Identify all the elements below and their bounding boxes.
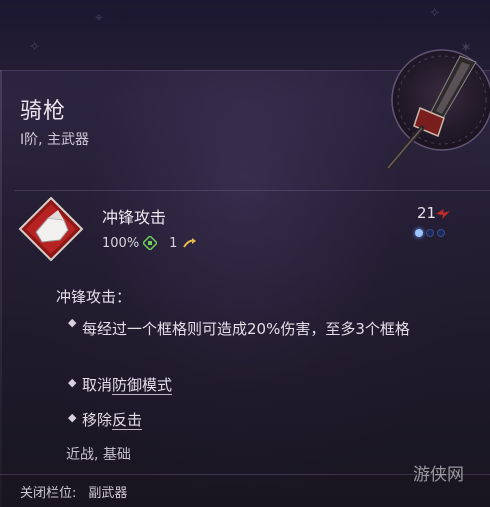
bullet-text: 每经过一个框格则可造成20%伤害，至多3个框格: [82, 320, 410, 338]
bolt-icon: [436, 209, 450, 219]
cost-value: 21: [417, 204, 437, 222]
keyword-link-counter[interactable]: 反击: [112, 411, 142, 429]
description-title: 冲锋攻击：: [56, 288, 132, 306]
footer-label: 关闭栏位:: [20, 486, 77, 501]
bullet-diamond-icon: ◆: [68, 411, 77, 424]
watermark: 游侠网: [413, 465, 464, 485]
bullet-prefix: 取消: [82, 376, 113, 394]
item-subtitle: I阶, 主武器: [20, 132, 90, 148]
rune-glyph: ⟡: [430, 4, 440, 20]
section-divider: [14, 190, 490, 191]
bullet-diamond-icon: ◆: [68, 316, 77, 329]
charge-pips: [415, 229, 445, 237]
footer: 关闭栏位: 副武器: [20, 482, 127, 501]
item-name: 骑枪: [20, 99, 67, 124]
charge-pip: [426, 229, 434, 237]
bullet-prefix: 移除: [82, 411, 113, 429]
skill-tags: 近战, 基础: [66, 447, 131, 463]
accuracy-value: 100%: [102, 235, 140, 251]
charge-pip: [437, 229, 445, 237]
skill-name: 冲锋攻击: [102, 208, 167, 227]
movement-arrow-icon: [183, 238, 197, 248]
lance-icon: [385, 49, 490, 171]
movement-value: 1: [169, 235, 178, 251]
bullet-diamond-icon: ◆: [68, 376, 77, 389]
bullet-text: 移除反击: [82, 409, 142, 430]
crosshair-icon: [143, 236, 158, 250]
rune-glyph: ⌖: [95, 10, 103, 26]
frame-edge: [0, 70, 2, 507]
skill-stats: 100% 1: [102, 234, 197, 252]
keyword-link-defense-mode[interactable]: 防御模式: [112, 376, 172, 394]
charge-pip: [415, 229, 423, 237]
rune-glyph: ⟡: [30, 38, 40, 54]
charge-attack-icon[interactable]: [18, 196, 84, 262]
item-tooltip: ⟡ ⌖ ✶ ⟡ 骑枪 I阶, 主武器 冲锋攻击 100% 1 21 冲锋攻击： …: [0, 0, 490, 507]
bullet-text: 取消防御模式: [82, 374, 172, 395]
footer-value: 副武器: [88, 486, 128, 501]
skill-cost: 21: [412, 204, 472, 244]
